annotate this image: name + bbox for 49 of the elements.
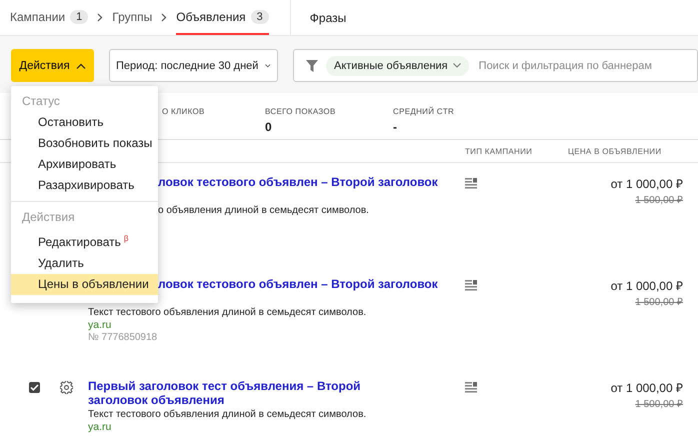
- ad-title-link[interactable]: Первый заголовок тест объявления – Второй заголовок объявления: [88, 379, 393, 407]
- ad-url-link[interactable]: ya.ru: [88, 421, 112, 433]
- ad-title-link[interactable]: ловок тестового объявлен – Второй заголовок: [158, 175, 438, 189]
- menu-heading: Действия: [21, 210, 76, 226]
- stat-value: 0: [265, 120, 273, 134]
- menu-item[interactable]: Удалить: [11, 253, 158, 274]
- column-header: ЦЕНА В ОБЪЯВЛЕНИИ: [568, 146, 662, 156]
- breadcrumb-tab[interactable]: Группы: [112, 0, 152, 35]
- price: от 1 000,00 ₽: [610, 380, 683, 396]
- chevron-right-icon: [161, 13, 168, 22]
- stat-label: ВСЕГО ПОКАЗОВ: [265, 107, 337, 116]
- phrases-tab[interactable]: Фразы: [310, 10, 346, 24]
- stat-label: О КЛИКОВ: [162, 107, 206, 116]
- text-ad-icon: [465, 178, 477, 189]
- period-dropdown[interactable]: Период: последние 30 дней: [109, 49, 278, 82]
- chevron-down-icon: [452, 63, 461, 68]
- ad-title-link[interactable]: ловок тестового объявлен – Второй заголовок: [158, 277, 438, 291]
- search-field[interactable]: Активные объявления Поиск и фильтрация по баннерам: [293, 49, 698, 82]
- price: от 1 000,00 ₽: [610, 278, 683, 294]
- old-price: 1 500,00 ₽: [635, 296, 683, 308]
- menu-heading: Статус: [21, 94, 61, 110]
- menu-item[interactable]: Разархивировать: [11, 175, 158, 196]
- ad-text: Текст тестового объявления длиной в семьдесят символов.: [88, 307, 366, 319]
- old-price: 1 500,00 ₽: [635, 398, 683, 410]
- text-ad-icon: [465, 382, 477, 393]
- stat-value: -: [393, 120, 398, 134]
- filter-chip[interactable]: Активные объявления: [326, 56, 469, 76]
- actions-button[interactable]: Действия: [11, 49, 94, 82]
- text-ad-icon: [465, 280, 477, 291]
- column-header: ТИП КАМПАНИИ: [465, 146, 534, 156]
- menu-item[interactable]: Архивировать: [11, 154, 158, 175]
- ad-text: Текст тестового объявления длиной в семьдесят символов.: [88, 409, 366, 421]
- ad-url-link[interactable]: ya.ru: [88, 319, 112, 331]
- price: от 1 000,00 ₽: [610, 176, 683, 192]
- menu-item[interactable]: Редактировать $^{β}$: [11, 228, 158, 253]
- ad-text: о объявления длиной в семьдесят символов.: [158, 205, 369, 217]
- chevron-down-icon: [265, 62, 271, 68]
- ad-number: № 7776850918: [88, 331, 158, 344]
- stat-label: СРЕДНИЙ CTR: [393, 107, 454, 116]
- menu-item[interactable]: Остановить: [11, 112, 158, 133]
- menu-item[interactable]: Возобновить показы: [11, 133, 158, 154]
- breadcrumb-tab[interactable]: Кампании 1: [10, 0, 88, 35]
- checkbox[interactable]: [29, 382, 40, 393]
- chevron-up-icon: [76, 62, 86, 68]
- filter-icon: [306, 60, 318, 72]
- settings-icon[interactable]: [60, 381, 72, 394]
- menu-item[interactable]: Цены в объявлении: [11, 274, 158, 295]
- old-price: 1 500,00 ₽: [635, 194, 683, 206]
- chevron-right-icon: [97, 13, 104, 22]
